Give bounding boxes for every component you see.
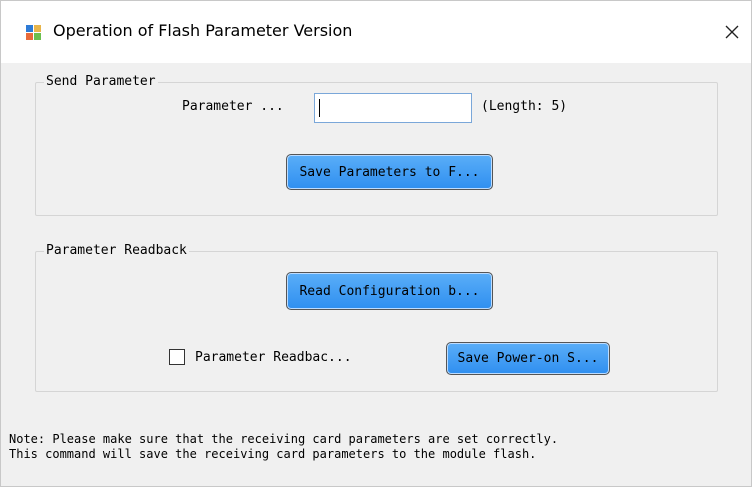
parameter-readback-legend: Parameter Readback: [44, 243, 189, 259]
text-caret: [319, 99, 320, 117]
length-label: (Length: 5): [481, 99, 568, 114]
title-bar: Operation of Flash Parameter Version: [1, 1, 751, 63]
parameter-readback-group: Parameter Readback Read Configuration b.…: [35, 243, 718, 392]
note-line-2: This command will save the receiving car…: [9, 447, 537, 461]
note-text: Note: Please make sure that the receivin…: [9, 432, 558, 462]
parameter-input[interactable]: [314, 93, 472, 123]
read-configuration-button[interactable]: Read Configuration b...: [286, 272, 493, 310]
window-title: Operation of Flash Parameter Version: [53, 21, 353, 40]
app-window-icon: [25, 24, 42, 41]
note-line-1: Note: Please make sure that the receivin…: [9, 432, 559, 446]
send-parameter-group: Send Parameter Parameter ... (Length: 5)…: [35, 74, 718, 216]
parameter-readback-checkbox-label[interactable]: Parameter Readbac...: [195, 350, 352, 366]
close-icon: [725, 25, 739, 39]
dialog-content: Send Parameter Parameter ... (Length: 5)…: [1, 63, 751, 487]
save-power-on-button[interactable]: Save Power-on S...: [446, 342, 610, 375]
dialog-window: Operation of Flash Parameter Version Sen…: [0, 0, 752, 487]
close-button[interactable]: [717, 15, 747, 49]
send-parameter-legend: Send Parameter: [44, 74, 158, 90]
parameter-label: Parameter ...: [182, 99, 284, 114]
save-parameters-to-flash-button[interactable]: Save Parameters to F...: [286, 154, 493, 190]
parameter-readback-checkbox[interactable]: [169, 349, 185, 365]
